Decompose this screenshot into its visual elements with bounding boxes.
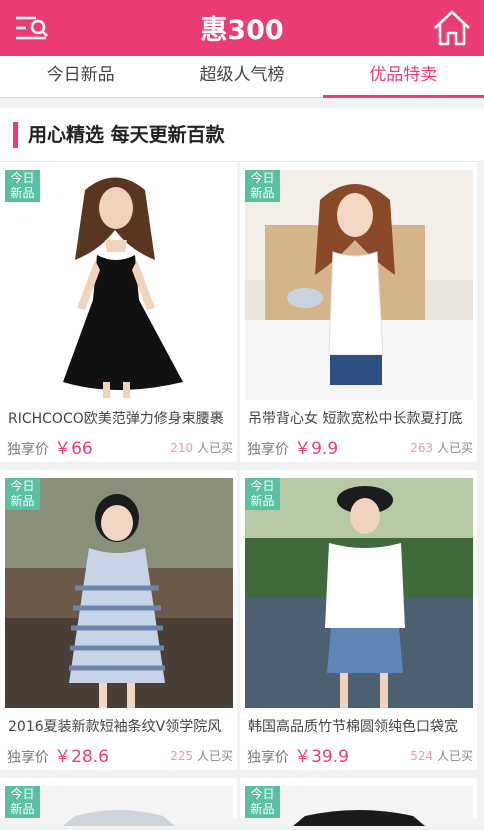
sold-number: 210 bbox=[170, 441, 194, 455]
new-badge: 今日 新品 bbox=[5, 786, 40, 818]
product-price: ￥9.9 bbox=[294, 439, 339, 459]
product-name[interactable]: 韩国高品质竹节棉圆领纯色口袋宽 bbox=[248, 716, 476, 736]
badge-text: 今日 新品 bbox=[250, 479, 275, 508]
tab-today-new[interactable]: 今日新品 bbox=[0, 56, 161, 97]
section-title: 用心精选 每天更新百款 bbox=[28, 124, 225, 146]
product-image[interactable] bbox=[245, 170, 473, 400]
price-row: 独享价 ￥39.9 524 人已买 bbox=[247, 742, 475, 767]
product-image[interactable] bbox=[5, 170, 233, 400]
sold-suffix: 人已买 bbox=[196, 441, 233, 455]
price-label: 独享价 bbox=[7, 750, 49, 766]
badge-text: 今日 新品 bbox=[250, 787, 275, 816]
product-card[interactable]: 今日 新品 bbox=[0, 778, 237, 826]
price-label: 独享价 bbox=[247, 442, 289, 458]
sold-count: 225 人已买 bbox=[170, 747, 233, 764]
new-badge: 今日 新品 bbox=[245, 786, 280, 818]
product-price: ￥39.9 bbox=[294, 747, 349, 767]
badge-text: 今日 新品 bbox=[10, 479, 35, 508]
product-card[interactable]: 今日 新品 2016夏装新款短袖条纹V领学院风 独享价 ￥28.6 225 人已… bbox=[0, 470, 237, 770]
badge-text: 今日 新品 bbox=[250, 171, 275, 200]
sold-count: 263 人已买 bbox=[410, 439, 473, 456]
new-badge: 今日 新品 bbox=[245, 478, 280, 510]
new-badge: 今日 新品 bbox=[5, 170, 40, 202]
product-card[interactable]: 今日 新品 RICHCOCO欧美范弹力修身束腰裹 独享价 ￥66 210 人已买 bbox=[0, 162, 237, 462]
app-title: 惠300 bbox=[200, 15, 284, 46]
sold-number: 263 bbox=[410, 441, 434, 455]
product-price: ￥66 bbox=[54, 439, 93, 459]
price-row: 独享价 ￥9.9 263 人已买 bbox=[247, 434, 475, 459]
sold-count: 210 人已买 bbox=[170, 439, 233, 456]
product-image[interactable] bbox=[245, 478, 473, 708]
sold-suffix: 人已买 bbox=[436, 441, 473, 455]
product-card[interactable]: 今日 新品 韩国高品质竹节棉圆领纯色口袋宽 独享价 ￥39.9 524 人已买 bbox=[240, 470, 477, 770]
price-row: 独享价 ￥28.6 225 人已买 bbox=[7, 742, 235, 767]
price-label: 独享价 bbox=[247, 750, 289, 766]
section-accent-bar bbox=[13, 122, 18, 148]
product-card[interactable]: 今日 新品 吊带背心女 短款宽松中长款夏打底 独享价 ￥9.9 263 人已买 bbox=[240, 162, 477, 462]
badge-text: 今日 新品 bbox=[10, 171, 35, 200]
tab-special-sale[interactable]: 优品特卖 bbox=[322, 56, 484, 98]
new-badge: 今日 新品 bbox=[5, 478, 40, 510]
product-name[interactable]: 2016夏装新款短袖条纹V领学院风 bbox=[8, 716, 236, 736]
product-image[interactable] bbox=[5, 478, 233, 708]
app-header: 惠300 bbox=[0, 0, 484, 56]
sold-suffix: 人已买 bbox=[436, 749, 473, 763]
sold-count: 524 人已买 bbox=[410, 747, 473, 764]
price-row: 独享价 ￥66 210 人已买 bbox=[7, 434, 235, 459]
product-price: ￥28.6 bbox=[54, 747, 109, 767]
tab-popular[interactable]: 超级人气榜 bbox=[161, 56, 322, 97]
product-name[interactable]: 吊带背心女 短款宽松中长款夏打底 bbox=[248, 408, 476, 428]
badge-text: 今日 新品 bbox=[10, 787, 35, 816]
sold-suffix: 人已买 bbox=[196, 749, 233, 763]
tab-bar: 今日新品 超级人气榜 优品特卖 bbox=[0, 56, 484, 98]
new-badge: 今日 新品 bbox=[245, 170, 280, 202]
product-card[interactable]: 今日 新品 bbox=[240, 778, 477, 826]
section-header: 用心精选 每天更新百款 bbox=[0, 108, 484, 162]
price-label: 独享价 bbox=[7, 442, 49, 458]
sold-number: 225 bbox=[170, 749, 194, 763]
sold-number: 524 bbox=[410, 749, 434, 763]
product-name[interactable]: RICHCOCO欧美范弹力修身束腰裹 bbox=[8, 408, 236, 428]
home-icon[interactable] bbox=[432, 9, 472, 47]
